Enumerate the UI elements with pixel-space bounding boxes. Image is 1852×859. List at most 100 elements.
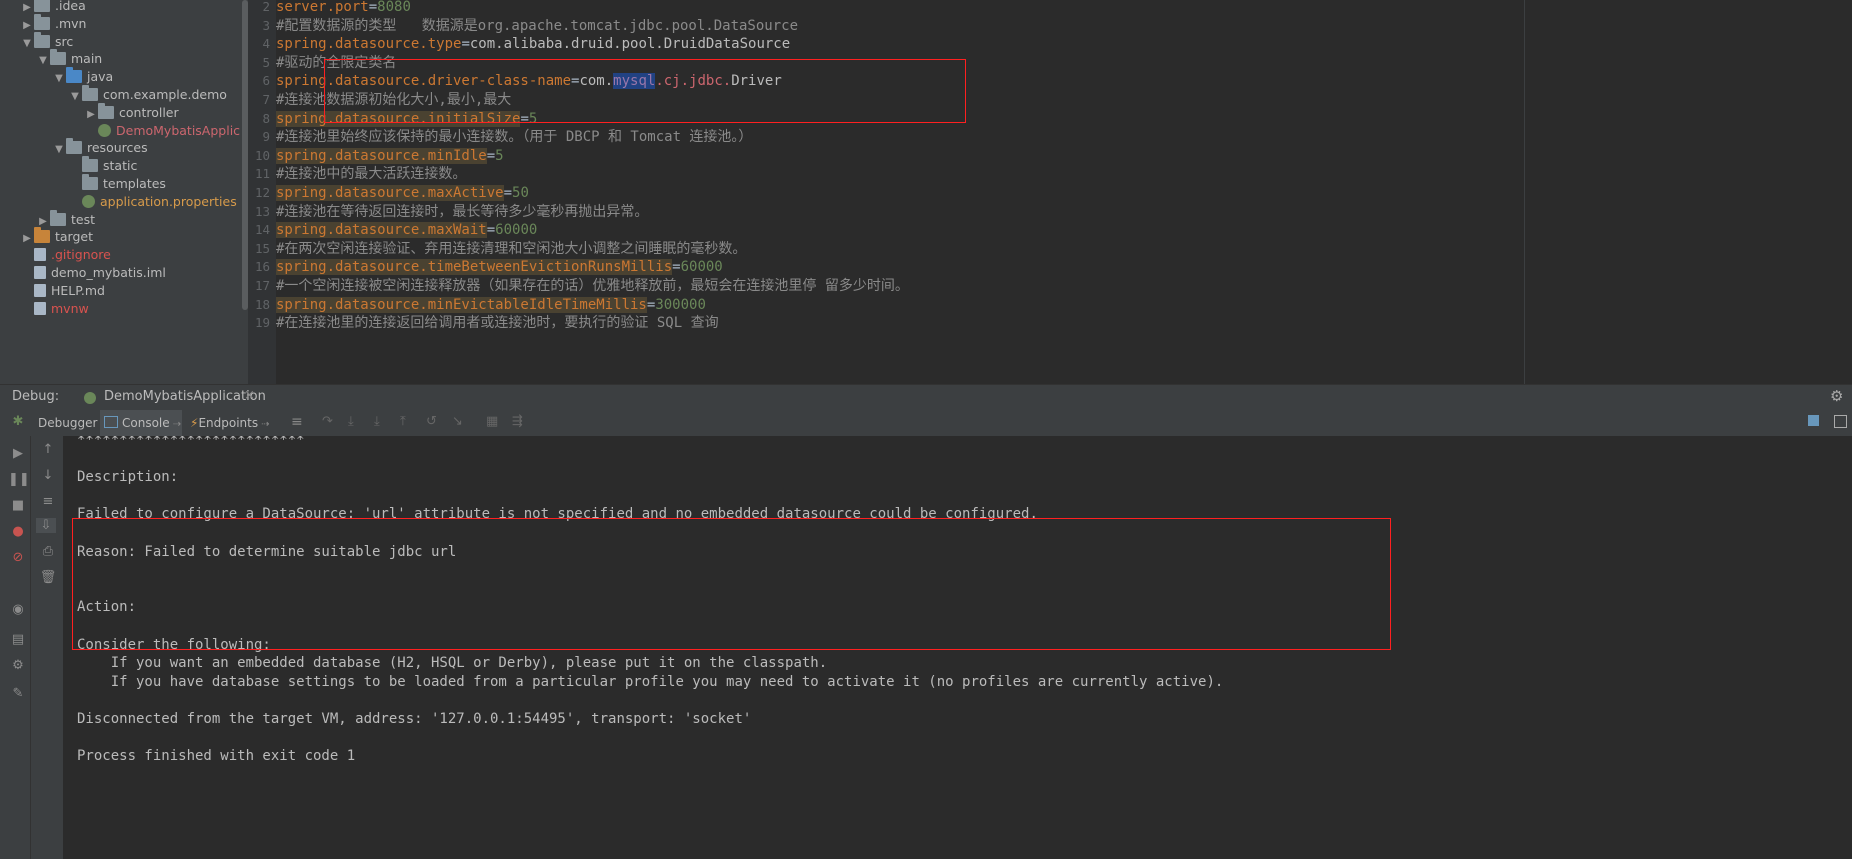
folder-icon <box>66 138 82 155</box>
tab-console[interactable]: Console ⇢ <box>100 410 182 436</box>
trace-icon[interactable]: ⇶ <box>512 414 523 429</box>
console-line: Description: <box>77 469 179 486</box>
code-token: spring.datasource.timeBetweenEvictionRun… <box>276 259 673 276</box>
code-editor[interactable]: server.port=8080 #配置数据源的类型 数据源是org.apache… <box>276 0 1852 384</box>
code-token: #配置数据源的类型 数据源是org.apache.tomcat.jdbc.poo… <box>276 17 799 34</box>
force-step-into-icon[interactable]: ⤓ <box>374 414 380 429</box>
code-token: spring.datasource.maxWait <box>276 222 487 239</box>
scroll-to-end-icon[interactable]: ⇩ <box>36 518 56 533</box>
down-arrow-icon[interactable]: ↓ <box>38 468 58 483</box>
code-token: #一个空闲连接被空闲连接释放器（如果存在的话）优雅地释放前，最短会在连接池里停 … <box>276 278 909 294</box>
spring-run-icon <box>84 392 96 404</box>
tree-item-label: .gitignore <box>51 247 111 263</box>
step-over-icon[interactable]: ↷ <box>322 414 333 429</box>
folder-icon <box>82 85 98 101</box>
console-line: If you have database settings to be load… <box>77 673 1224 690</box>
view-breakpoints-icon[interactable]: ● <box>8 524 28 539</box>
folder-icon <box>50 49 66 66</box>
tree-item-label: test <box>71 211 96 227</box>
tree-item-label: application.properties <box>100 193 237 209</box>
tree-item-label: target <box>55 229 94 245</box>
code-token: = <box>486 222 496 239</box>
chevron-down-icon[interactable]: ▼ <box>52 140 66 160</box>
folder-icon <box>82 174 98 190</box>
layout-icon[interactable] <box>1808 415 1819 426</box>
tree-item-label: mvnw <box>51 300 89 316</box>
project-tree: ▶ .idea ▶ .mvn ▼ src ▼ main ▼ java ▼ com.example.de… <box>0 0 248 384</box>
camera-icon[interactable]: ◉ <box>8 602 28 617</box>
tree-item-label: .mvn <box>55 15 87 31</box>
spring-file-icon <box>82 194 95 208</box>
console-icon <box>104 416 118 428</box>
chevron-down-icon[interactable]: ▼ <box>68 87 82 107</box>
highlight-box-error <box>72 518 1391 650</box>
resume-icon[interactable]: ▶ <box>8 446 28 461</box>
chevron-down-icon[interactable]: ▼ <box>20 34 34 54</box>
file-icon <box>34 301 46 315</box>
mute-breakpoints-icon[interactable]: ⊘ <box>8 550 28 565</box>
tree-item-label: demo_mybatis.iml <box>51 265 166 280</box>
debug-side-toolbar: ✱ ▶ ❚❚ ■ ● ⊘ ◉ ▤ ⚙ ✎ ↑ ↓ ≡ ⇩ ⎙ 🗑 <box>0 414 63 859</box>
tab-endpoints[interactable]: ⚡Endpoints ⇢ <box>190 410 270 436</box>
run-config-tab[interactable]: DemoMybatisApplication <box>104 389 266 404</box>
code-token: #连接池中的最大活跃连接数。 <box>276 166 467 183</box>
console-line: *************************** <box>77 436 305 448</box>
right-margin-guide <box>1524 0 1525 384</box>
debug-label: Debug: <box>12 389 60 404</box>
folder-icon <box>98 102 114 119</box>
restore-icon[interactable] <box>1834 415 1847 428</box>
code-token: spring.datasource.minEvictableIdleTimeMi… <box>276 296 647 313</box>
code-token: 8080 <box>377 0 411 15</box>
stop-icon[interactable]: ■ <box>8 498 28 513</box>
file-icon <box>34 266 46 279</box>
tree-item-label: java <box>87 69 114 85</box>
spring-class-icon <box>98 123 111 137</box>
folder-blue-icon <box>66 67 82 84</box>
pin-icon[interactable]: ✎ <box>8 686 28 701</box>
run-to-cursor-icon[interactable]: ↘ <box>452 414 463 429</box>
code-token: 5 <box>495 147 504 164</box>
tree-item[interactable]: mvnw <box>20 299 89 319</box>
drop-frame-icon[interactable]: ↺ <box>426 414 437 429</box>
chevron-down-icon[interactable]: ▼ <box>36 51 50 71</box>
line-number: 19 <box>254 315 270 331</box>
highlight-box-driver <box>324 59 966 123</box>
code-line[interactable]: #在连接池里的连接返回给调用者或连接池时，要执行的验证 SQL 查询 <box>276 312 719 334</box>
file-icon <box>34 248 46 262</box>
code-token: #在两次空闲连接验证、弃用连接清理和空闲池大小调整之间睡眠的毫秒数。 <box>276 240 747 257</box>
tree-item-label: .idea <box>55 0 86 13</box>
up-arrow-icon[interactable]: ↑ <box>38 442 58 457</box>
evaluate-icon[interactable]: ▦ <box>486 414 498 429</box>
code-token: com.alibaba.druid.pool.DruidDataSource <box>469 36 791 53</box>
soft-wrap-icon[interactable]: ≡ <box>38 494 58 509</box>
close-icon[interactable]: × <box>244 388 255 403</box>
code-token: spring.datasource.type <box>276 36 462 53</box>
code-token: #连接池里始终应该保持的最小连接数。（用于 DBCP 和 Tomcat 连接池。… <box>276 129 753 146</box>
code-token: 300000 <box>655 296 706 313</box>
settings-icon[interactable]: ⚙ <box>8 658 28 673</box>
tree-item-label: templates <box>103 176 166 191</box>
gear-icon[interactable]: ⚙ <box>1830 387 1843 405</box>
menu-icon[interactable]: ≡ <box>291 414 303 430</box>
file-icon <box>34 283 46 297</box>
tab-debugger[interactable]: Debugger <box>38 410 97 436</box>
folder-icon <box>82 156 98 173</box>
bug-icon: ✱ <box>12 414 24 429</box>
step-into-icon[interactable]: ⤓ <box>348 414 354 429</box>
trash-icon[interactable]: 🗑 <box>38 570 58 585</box>
folder-icon <box>34 31 50 48</box>
print-icon[interactable]: ⎙ <box>38 544 58 559</box>
pause-icon[interactable]: ❚❚ <box>8 472 30 487</box>
code-token: 50 <box>512 185 529 201</box>
folder-icon <box>34 0 50 12</box>
layout-settings-icon[interactable]: ▤ <box>8 632 28 647</box>
step-out-icon[interactable]: ⤒ <box>400 414 406 429</box>
code-token: = <box>461 36 470 53</box>
chevron-down-icon[interactable]: ▼ <box>52 69 66 89</box>
tree-item-label: resources <box>87 140 148 156</box>
console-line: Process finished with exit code 1 <box>77 748 356 765</box>
tree-item-label: src <box>55 33 74 49</box>
code-token: spring.datasource.maxActive <box>276 185 504 201</box>
code-token: #连接池在等待返回连接时，最长等待多少毫秒再抛出异常。 <box>276 203 649 220</box>
code-token: = <box>672 259 681 276</box>
